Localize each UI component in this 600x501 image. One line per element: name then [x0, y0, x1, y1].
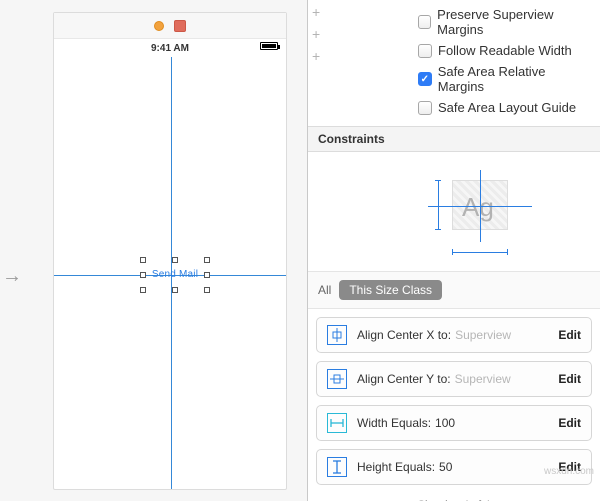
- preview-ag-icon: Ag: [462, 192, 494, 223]
- ib-canvas[interactable]: → 9:41 AM Send Mail: [0, 0, 308, 501]
- layout-margins-checks: Preserve Superview Margins Follow Readab…: [308, 0, 600, 126]
- height-icon: [327, 457, 347, 477]
- check-safe-area-guide[interactable]: Safe Area Layout Guide: [418, 97, 592, 118]
- preview-width-line[interactable]: [452, 252, 508, 253]
- check-readable-width[interactable]: Follow Readable Width: [418, 40, 592, 61]
- checkbox-icon[interactable]: [418, 15, 431, 29]
- resize-handle[interactable]: [204, 287, 210, 293]
- checkbox-icon[interactable]: [418, 44, 432, 58]
- selected-button[interactable]: Send Mail: [148, 265, 202, 285]
- constraint-label: Width Equals:: [357, 416, 431, 430]
- preview-center-y-line[interactable]: [428, 206, 532, 207]
- filter-all[interactable]: All: [318, 283, 331, 297]
- size-inspector[interactable]: + + + Preserve Superview Margins Follow …: [308, 0, 600, 501]
- align-center-y-icon: [327, 369, 347, 389]
- status-bar: 9:41 AM: [54, 39, 286, 57]
- view-controller-scene[interactable]: 9:41 AM Send Mail: [53, 12, 287, 490]
- constraint-filter: All This Size Class: [308, 272, 600, 309]
- constraint-value: 50: [439, 460, 452, 474]
- constraint-row-center-x[interactable]: Align Center X to: Superview Edit: [316, 317, 592, 353]
- checkbox-icon[interactable]: [418, 72, 432, 86]
- checkbox-label: Safe Area Layout Guide: [438, 100, 576, 115]
- edit-button[interactable]: Edit: [558, 416, 581, 430]
- resize-handle[interactable]: [204, 257, 210, 263]
- selected-button-label: Send Mail: [148, 265, 202, 285]
- check-safe-area-margins[interactable]: Safe Area Relative Margins: [418, 61, 592, 97]
- constraint-target: Superview: [455, 328, 511, 342]
- edit-button[interactable]: Edit: [558, 372, 581, 386]
- segue-arrow-icon: →: [2, 265, 22, 288]
- resize-handle[interactable]: [140, 272, 146, 278]
- resize-handle[interactable]: [172, 287, 178, 293]
- constraint-label: Align Center Y to:: [357, 372, 451, 386]
- constraint-row-width[interactable]: Width Equals: 100 Edit: [316, 405, 592, 441]
- scene-titlebar: [54, 13, 286, 39]
- filter-size-class[interactable]: This Size Class: [339, 280, 442, 300]
- resize-handle[interactable]: [172, 257, 178, 263]
- scene-exit-icon: [174, 20, 186, 32]
- constraint-label: Align Center X to:: [357, 328, 451, 342]
- constraint-row-center-y[interactable]: Align Center Y to: Superview Edit: [316, 361, 592, 397]
- edit-button[interactable]: Edit: [558, 328, 581, 342]
- checkbox-label: Follow Readable Width: [438, 43, 572, 58]
- constraint-count: Showing 4 of 4: [308, 493, 600, 501]
- constraint-label: Height Equals:: [357, 460, 435, 474]
- constraints-preview[interactable]: Ag: [308, 152, 600, 272]
- align-center-x-icon: [327, 325, 347, 345]
- constraint-target: Superview: [455, 372, 511, 386]
- constraints-header: Constraints: [308, 126, 600, 152]
- checkbox-label: Safe Area Relative Margins: [438, 64, 592, 94]
- status-time: 9:41 AM: [151, 43, 189, 54]
- battery-icon: [260, 42, 278, 50]
- checkbox-label: Preserve Superview Margins: [437, 7, 592, 37]
- watermark: wsxdn.com: [544, 466, 594, 477]
- constraint-value: 100: [435, 416, 455, 430]
- preview-height-line[interactable]: [438, 180, 439, 230]
- scene-dot-icon: [154, 21, 164, 31]
- width-icon: [327, 413, 347, 433]
- resize-handle[interactable]: [140, 257, 146, 263]
- resize-handle[interactable]: [204, 272, 210, 278]
- resize-handle[interactable]: [140, 287, 146, 293]
- checkbox-icon[interactable]: [418, 101, 432, 115]
- check-preserve-superview[interactable]: Preserve Superview Margins: [418, 4, 592, 40]
